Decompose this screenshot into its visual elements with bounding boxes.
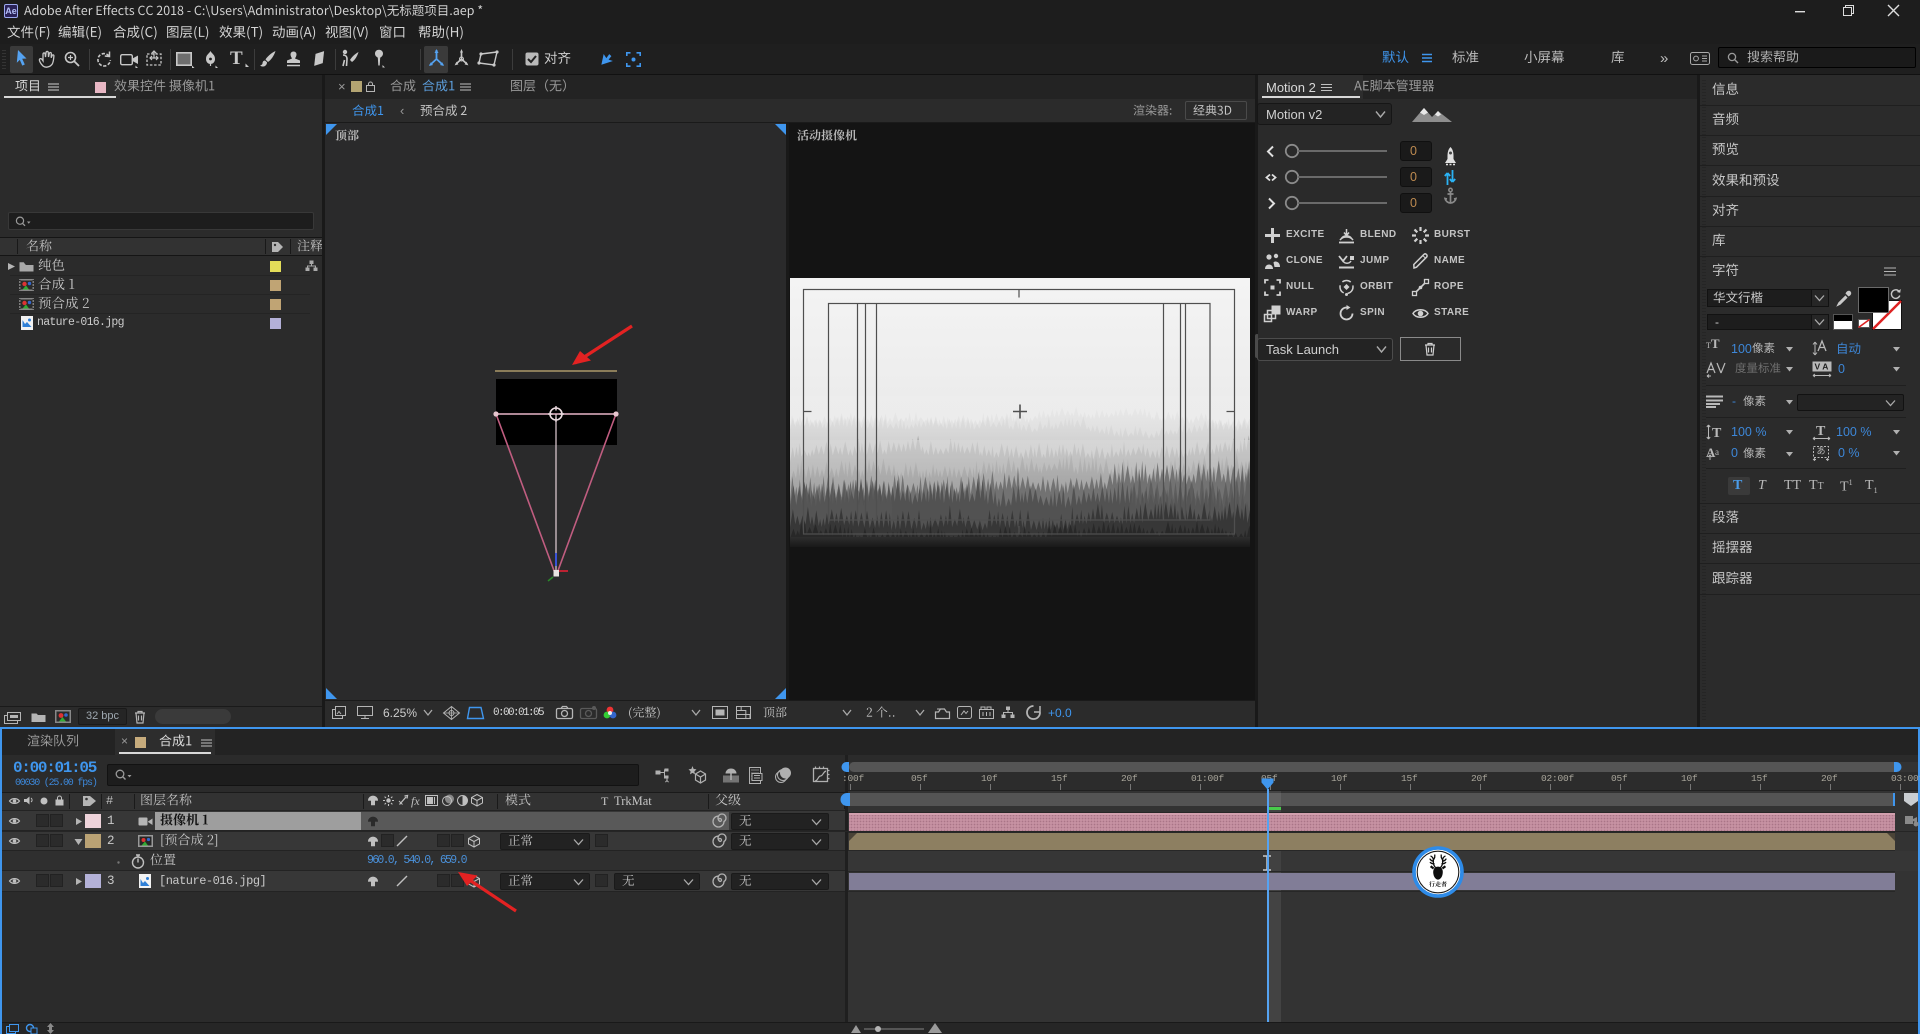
svg-text:T: T xyxy=(1816,424,1826,439)
svg-text:T: T xyxy=(1712,426,1722,441)
svg-text:a: a xyxy=(1715,447,1719,457)
svg-text:V A: V A xyxy=(1815,362,1829,372)
